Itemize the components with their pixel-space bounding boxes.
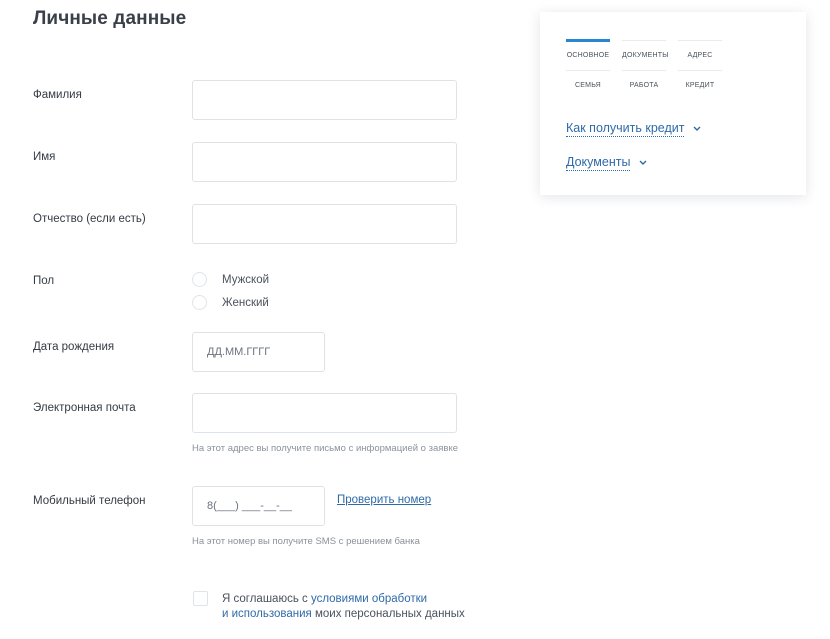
tab-main[interactable]: ОСНОВНОЕ	[566, 52, 610, 59]
tab-divider	[678, 40, 722, 41]
tab-divider	[566, 70, 610, 71]
tab-divider	[678, 70, 722, 71]
gender-option-female[interactable]: Женский	[192, 295, 269, 310]
chevron-down-icon	[693, 126, 701, 131]
email-hint: На этот адрес вы получите письмо с инфор…	[192, 443, 458, 454]
consent-suffix: моих персональных данных	[311, 608, 465, 620]
active-tab-indicator	[566, 39, 610, 42]
email-label: Электронная почта	[33, 402, 136, 414]
phone-label: Мобильный телефон	[33, 495, 146, 507]
how-to-get-credit-link[interactable]: Как получить кредит	[566, 121, 702, 137]
consent-text: Я соглашаюсь с условиями обработки и исп…	[222, 592, 465, 622]
consent-checkbox[interactable]	[193, 591, 208, 606]
radio-female[interactable]	[192, 295, 207, 310]
tab-divider	[622, 40, 666, 41]
consent-terms-link[interactable]: условиями обработки	[311, 593, 427, 605]
consent-prefix: Я соглашаюсь с	[222, 593, 311, 605]
gender-option-male-label: Мужской	[222, 273, 270, 286]
consent-usage-link[interactable]: и использования	[222, 608, 312, 620]
tab-family[interactable]: СЕМЬЯ	[566, 82, 610, 89]
birthdate-input[interactable]	[192, 332, 325, 372]
gender-label: Пол	[33, 275, 55, 287]
tab-address[interactable]: АДРЕС	[678, 52, 722, 59]
documents-label: Документы	[566, 155, 631, 171]
phone-input[interactable]	[192, 486, 325, 526]
tab-documents[interactable]: ДОКУМЕНТЫ	[622, 52, 668, 59]
surname-input[interactable]	[192, 80, 457, 120]
radio-male[interactable]	[192, 272, 207, 287]
gender-option-male[interactable]: Мужской	[192, 272, 269, 287]
surname-label: Фамилия	[33, 89, 82, 101]
documents-link[interactable]: Документы	[566, 155, 648, 171]
email-input[interactable]	[192, 393, 457, 433]
chevron-down-icon	[639, 160, 647, 165]
sidebar-nav-card: ОСНОВНОЕ ДОКУМЕНТЫ АДРЕС СЕМЬЯ РАБОТА КР…	[540, 12, 806, 195]
name-input[interactable]	[192, 142, 457, 182]
patronymic-label: Отчество (если есть)	[33, 213, 146, 225]
tab-divider	[622, 70, 666, 71]
page-title: Личные данные	[33, 8, 187, 29]
gender-option-female-label: Женский	[222, 296, 269, 309]
name-label: Имя	[33, 151, 56, 163]
tab-work[interactable]: РАБОТА	[622, 82, 666, 89]
phone-hint: На этот номер вы получите SMS с решением…	[192, 536, 420, 547]
check-number-link[interactable]: Проверить номер	[337, 494, 431, 506]
how-to-get-credit-label: Как получить кредит	[566, 121, 685, 137]
birthdate-label: Дата рождения	[33, 341, 115, 353]
tab-credit[interactable]: КРЕДИТ	[678, 82, 722, 89]
patronymic-input[interactable]	[192, 204, 457, 244]
